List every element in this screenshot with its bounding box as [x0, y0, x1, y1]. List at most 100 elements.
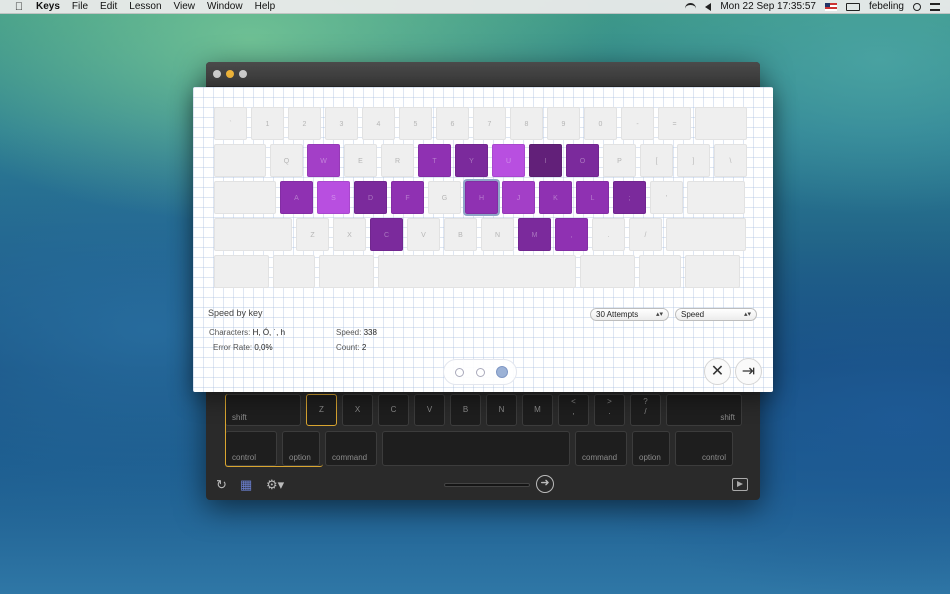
heat-key-R[interactable]: R — [381, 144, 414, 177]
notification-center-icon[interactable] — [930, 2, 940, 11]
key-X[interactable]: X — [342, 394, 373, 426]
heat-key-9[interactable]: 9 — [547, 107, 580, 140]
restart-icon[interactable]: ↻ — [216, 477, 227, 493]
heat-key-I[interactable]: I — [529, 144, 562, 177]
page-dot-2[interactable] — [476, 368, 485, 377]
clock[interactable]: Mon 22 Sep 17:35:57 — [720, 1, 816, 12]
heat-key-3[interactable]: 3 — [325, 107, 358, 140]
heat-key-S[interactable]: S — [317, 181, 350, 214]
heat-key-N[interactable]: N — [481, 218, 514, 251]
heat-key-modifier[interactable] — [273, 255, 315, 288]
key-control[interactable]: control — [675, 431, 733, 466]
play-icon[interactable] — [732, 478, 748, 491]
key-option[interactable]: option — [282, 431, 320, 466]
menu-view[interactable]: View — [174, 1, 196, 12]
minimize-window-icon[interactable] — [226, 70, 234, 78]
key-space[interactable] — [382, 431, 570, 466]
heat-key-modifier[interactable] — [580, 255, 635, 288]
heat-key-J[interactable]: J — [502, 181, 535, 214]
page-dot-3[interactable] — [496, 366, 508, 378]
page-dot-1[interactable] — [455, 368, 464, 377]
heat-key-V[interactable]: V — [407, 218, 440, 251]
key-Z[interactable]: Z — [306, 394, 337, 426]
key-shift[interactable]: shift — [225, 394, 301, 426]
heat-key-modifier[interactable] — [687, 181, 745, 214]
heat-key-modifier[interactable] — [214, 218, 292, 251]
key-shift[interactable]: shift — [666, 394, 742, 426]
heat-key-modifier[interactable] — [695, 107, 747, 140]
heat-key-modifier[interactable] — [214, 181, 276, 214]
next-arrow-button[interactable]: ➜ — [536, 475, 554, 493]
layout-map-icon[interactable]: ▦ — [240, 477, 252, 493]
heat-key-\[interactable]: \ — [714, 144, 747, 177]
heat-key-A[interactable]: A — [280, 181, 313, 214]
heat-key-Q[interactable]: Q — [270, 144, 303, 177]
heat-key-B[interactable]: B — [444, 218, 477, 251]
heat-key-][interactable]: ] — [677, 144, 710, 177]
heat-key-F[interactable]: F — [391, 181, 424, 214]
key-command[interactable]: command — [575, 431, 627, 466]
battery-icon[interactable] — [845, 2, 860, 11]
key-symbol[interactable]: <, — [558, 394, 589, 426]
heat-key-7[interactable]: 7 — [473, 107, 506, 140]
heat-key-modifier[interactable] — [214, 255, 269, 288]
heat-key-E[interactable]: E — [344, 144, 377, 177]
heat-key-modifier[interactable] — [639, 255, 681, 288]
close-window-icon[interactable] — [213, 70, 221, 78]
heat-key-5[interactable]: 5 — [399, 107, 432, 140]
close-stats-button[interactable]: ✕ — [704, 358, 731, 385]
heat-key-modifier[interactable] — [378, 255, 576, 288]
key-symbol[interactable]: ? / — [630, 394, 661, 426]
heat-key-K[interactable]: K — [539, 181, 572, 214]
spotlight-search-icon[interactable] — [913, 2, 921, 11]
menu-file[interactable]: File — [72, 1, 88, 12]
heat-key-Y[interactable]: Y — [455, 144, 488, 177]
menu-lesson[interactable]: Lesson — [129, 1, 161, 12]
key-option[interactable]: option — [632, 431, 670, 466]
key-symbol[interactable]: >. — [594, 394, 625, 426]
key-V[interactable]: V — [414, 394, 445, 426]
key-B[interactable]: B — [450, 394, 481, 426]
heat-key-/[interactable]: / — [629, 218, 662, 251]
heat-key-,[interactable]: , — [555, 218, 588, 251]
heat-key-modifier[interactable] — [319, 255, 374, 288]
heat-key-G[interactable]: G — [428, 181, 461, 214]
heat-key-modifier[interactable] — [685, 255, 740, 288]
user-name[interactable]: febeling — [869, 1, 904, 12]
heat-key-=[interactable]: = — [658, 107, 691, 140]
key-C[interactable]: C — [378, 394, 409, 426]
volume-icon[interactable] — [705, 2, 712, 11]
progress-slider[interactable] — [444, 483, 530, 487]
attempts-select[interactable]: 30 Attempts ▴▾ — [590, 308, 669, 321]
gear-icon[interactable]: ⚙▾ — [266, 477, 284, 493]
heat-key-D[interactable]: D — [354, 181, 387, 214]
menu-help[interactable]: Help — [255, 1, 276, 12]
zoom-window-icon[interactable] — [239, 70, 247, 78]
heat-key-W[interactable]: W — [307, 144, 340, 177]
heat-key-6[interactable]: 6 — [436, 107, 469, 140]
heat-key-0[interactable]: 0 — [584, 107, 617, 140]
key-control[interactable]: control — [225, 431, 277, 466]
heat-key-C[interactable]: C — [370, 218, 403, 251]
heat-key--[interactable]: - — [621, 107, 654, 140]
heat-key-T[interactable]: T — [418, 144, 451, 177]
heat-key-Z[interactable]: Z — [296, 218, 329, 251]
input-source-flag-icon[interactable] — [824, 2, 837, 11]
heat-key-O[interactable]: O — [566, 144, 599, 177]
menu-edit[interactable]: Edit — [100, 1, 117, 12]
heat-key-L[interactable]: L — [576, 181, 609, 214]
key-M[interactable]: M — [522, 394, 553, 426]
heat-key-[[interactable]: [ — [640, 144, 673, 177]
heat-key-H[interactable]: H — [463, 179, 500, 216]
heat-key-`[interactable]: ` — [214, 107, 247, 140]
key-N[interactable]: N — [486, 394, 517, 426]
heat-key-U[interactable]: U — [492, 144, 525, 177]
heat-key-8[interactable]: 8 — [510, 107, 543, 140]
wifi-icon[interactable] — [685, 2, 697, 11]
heat-key-.[interactable]: . — [592, 218, 625, 251]
menu-app-name[interactable]: Keys — [36, 1, 60, 12]
menu-window[interactable]: Window — [207, 1, 243, 12]
heat-key-P[interactable]: P — [603, 144, 636, 177]
heat-key-M[interactable]: M — [518, 218, 551, 251]
key-command[interactable]: command — [325, 431, 377, 466]
